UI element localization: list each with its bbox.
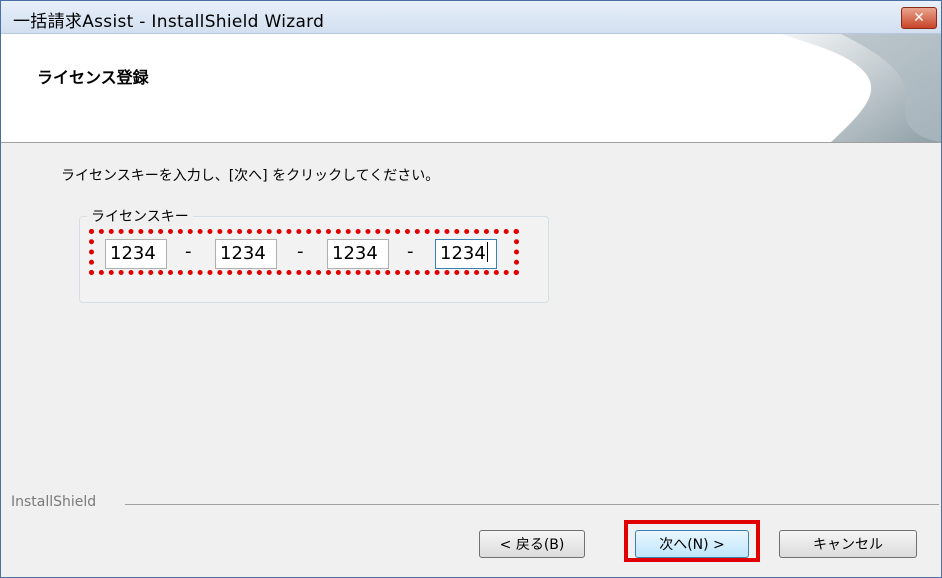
close-button[interactable]: ✕ bbox=[901, 7, 937, 29]
instruction-text: ライセンスキーを入力し、[次へ] をクリックしてください。 bbox=[61, 168, 440, 184]
next-highlight-annotation bbox=[624, 520, 760, 562]
wizard-header: ライセンス登録 bbox=[1, 34, 941, 143]
installshield-brand: InstallShield bbox=[11, 494, 97, 510]
footer-divider bbox=[125, 504, 939, 505]
license-key-group-label: ライセンスキー bbox=[87, 206, 193, 226]
back-button[interactable]: < 戻る(B) bbox=[479, 530, 585, 558]
window-title: 一括請求Assist - InstallShield Wizard bbox=[13, 12, 325, 32]
installer-window: 一括請求Assist - InstallShield Wizard ✕ ライセン… bbox=[0, 0, 942, 578]
page-title: ライセンス登録 bbox=[37, 68, 149, 87]
header-art-icon bbox=[781, 34, 941, 142]
cancel-button[interactable]: キャンセル bbox=[779, 530, 917, 558]
key-highlight-annotation bbox=[89, 229, 519, 275]
title-bar: 一括請求Assist - InstallShield Wizard ✕ bbox=[1, 1, 941, 34]
